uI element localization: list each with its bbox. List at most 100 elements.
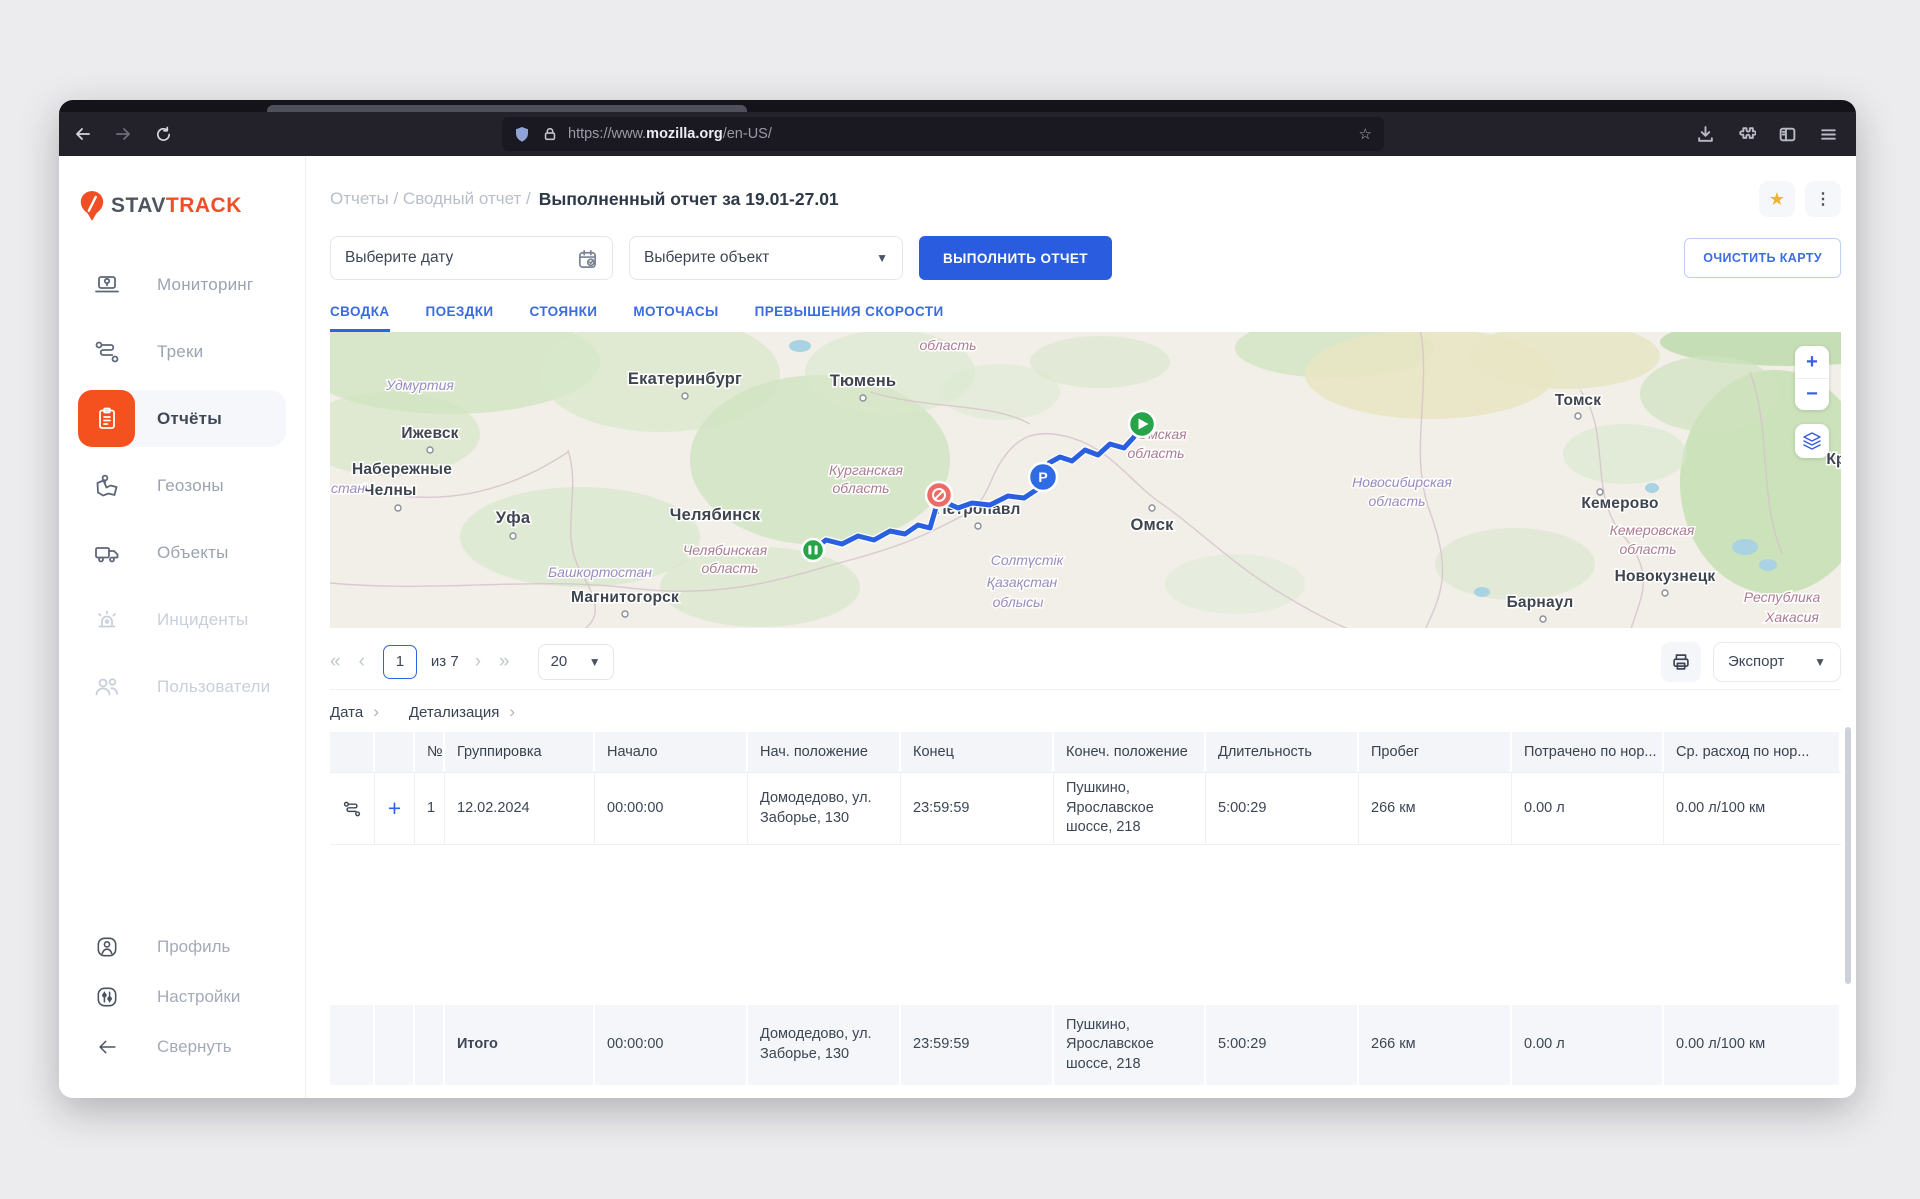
export-button[interactable]: Экспорт ▼ xyxy=(1713,642,1841,682)
tab-engine-hours[interactable]: МОТОЧАСЫ xyxy=(633,304,718,332)
sidebar-item-profile[interactable]: Профиль xyxy=(78,922,286,972)
svg-text:P: P xyxy=(1038,469,1047,485)
map-layers-button[interactable] xyxy=(1795,424,1829,458)
first-page-button[interactable]: « xyxy=(330,651,341,673)
zoom-in-button[interactable]: + xyxy=(1795,346,1829,378)
last-page-button[interactable]: » xyxy=(499,651,510,673)
expand-row-button[interactable]: + xyxy=(388,793,401,824)
header-cell: Конеч. положение xyxy=(1054,732,1206,772)
menu-hamburger-icon[interactable] xyxy=(1819,125,1838,144)
logo-pin-icon xyxy=(79,190,105,222)
map-label: Екатеринбург xyxy=(628,370,742,388)
print-button[interactable] xyxy=(1661,642,1701,682)
back-button[interactable] xyxy=(67,118,99,150)
download-icon[interactable] xyxy=(1696,125,1715,144)
map-label: область xyxy=(919,337,976,353)
users-icon xyxy=(92,672,122,702)
browser-navbar: https://www.mozilla.org/en-US/ ☆ xyxy=(59,112,1856,156)
url-bar[interactable]: https://www.mozilla.org/en-US/ ☆ xyxy=(502,117,1384,151)
map-marker-parking[interactable]: P xyxy=(1029,463,1057,491)
map-label: Башкортостан xyxy=(548,564,652,580)
page-title: Выполненный отчет за 19.01-27.01 xyxy=(539,189,839,210)
forward-icon xyxy=(114,125,132,143)
sidebar-item-tracks[interactable]: Треки xyxy=(78,323,286,380)
clear-map-button[interactable]: ОЧИСТИТЬ КАРТУ xyxy=(1684,238,1841,278)
map-marker-play[interactable] xyxy=(1129,411,1155,437)
page-size-select[interactable]: 20 ▼ xyxy=(538,644,614,680)
sidebar-item-users[interactable]: Пользователи xyxy=(78,658,286,715)
url-text: https://www.mozilla.org/en-US/ xyxy=(568,126,772,142)
map-label: Қазақстан xyxy=(987,574,1058,590)
cell-start: 00:00:00 xyxy=(595,773,748,845)
total-label: Итого xyxy=(457,1035,498,1055)
chevron-down-icon: ▼ xyxy=(1814,655,1826,669)
sidebar-collapse[interactable]: Свернуть xyxy=(78,1022,286,1072)
main-content: Отчеты / Сводный отчет / Выполненный отч… xyxy=(306,156,1856,1098)
reload-icon xyxy=(155,126,172,143)
cell-spent: 0.00 л xyxy=(1512,773,1664,845)
calendar-icon xyxy=(577,248,598,269)
header-cell: Ср. расход по нор... xyxy=(1664,732,1841,772)
more-options-button[interactable]: ⋮ xyxy=(1805,181,1841,217)
map-marker-pause[interactable] xyxy=(802,539,824,561)
forward-button[interactable] xyxy=(107,118,139,150)
map-label: Кр xyxy=(1826,451,1841,468)
run-report-button[interactable]: ВЫПОЛНИТЬ ОТЧЕТ xyxy=(919,236,1112,280)
favorite-button[interactable]: ★ xyxy=(1759,181,1795,217)
vertical-scrollbar[interactable] xyxy=(1845,727,1851,984)
tab-trips[interactable]: ПОЕЗДКИ xyxy=(426,304,494,332)
header-cell: Начало xyxy=(595,732,748,772)
page-count-label: из 7 xyxy=(431,653,459,670)
sidebar-item-geozones[interactable]: Геозоны xyxy=(78,457,286,514)
map-city-dot xyxy=(427,447,433,453)
sidebar-item-monitoring[interactable]: Мониторинг xyxy=(78,256,286,313)
tab-summary[interactable]: СВОДКА xyxy=(330,304,390,332)
tab-speeding[interactable]: ПРЕВЫШЕНИЯ СКОРОСТИ xyxy=(755,304,944,332)
reload-button[interactable] xyxy=(147,118,179,150)
extensions-icon[interactable] xyxy=(1737,125,1756,144)
app-root: STAVTRACK Мониторинг Треки Отчёты Геоз xyxy=(59,156,1856,1098)
object-select[interactable]: Выберите объект ▼ xyxy=(629,236,903,280)
cell-end-loc: Пушкино, Ярославское шоссе, 218 xyxy=(1054,773,1206,845)
total-avg: 0.00 л/100 км xyxy=(1664,1005,1841,1085)
map-city-dot xyxy=(682,393,688,399)
chip-detail[interactable]: Детализация › xyxy=(409,702,515,722)
current-page-box[interactable]: 1 xyxy=(383,645,417,679)
sidebar-item-settings[interactable]: Настройки xyxy=(78,972,286,1022)
breadcrumb[interactable]: Отчеты / Сводный отчет / xyxy=(330,189,531,209)
sidebar-item-objects[interactable]: Объекты xyxy=(78,524,286,581)
table-total-row: Итого 00:00:00 Домодедово, ул. Заборье, … xyxy=(330,1005,1841,1085)
bookmark-star-icon[interactable]: ☆ xyxy=(1359,125,1372,143)
sidebar-item-reports[interactable]: Отчёты xyxy=(78,390,286,447)
sidebar-toggle-icon[interactable] xyxy=(1778,125,1797,144)
map-city-dot xyxy=(510,533,516,539)
chevron-down-icon: ▼ xyxy=(876,251,888,265)
total-end-loc: Пушкино, Ярославское шоссе, 218 xyxy=(1054,1005,1206,1085)
chevron-right-icon: › xyxy=(509,702,515,722)
next-page-button[interactable]: › xyxy=(475,651,481,673)
table-row[interactable]: + 1 12.02.2024 00:00:00 Домодедово, ул. … xyxy=(330,772,1841,845)
date-input[interactable] xyxy=(345,249,545,267)
tracks-icon xyxy=(92,337,122,367)
sidebar: STAVTRACK Мониторинг Треки Отчёты Геоз xyxy=(59,156,306,1098)
map[interactable]: ЕкатеринбургТюменьИжевскНабережныеЧелныУ… xyxy=(330,332,1841,628)
shield-icon xyxy=(514,126,530,143)
tab-stops[interactable]: СТОЯНКИ xyxy=(530,304,598,332)
lock-icon xyxy=(542,126,558,142)
header-cell: Длительность xyxy=(1206,732,1359,772)
map-label: область xyxy=(701,560,758,576)
logo[interactable]: STAVTRACK xyxy=(79,190,305,222)
sidebar-item-incidents[interactable]: Инциденты xyxy=(78,591,286,648)
chip-date[interactable]: Дата › xyxy=(330,702,379,722)
map-marker-finish[interactable] xyxy=(926,482,952,508)
geozones-icon xyxy=(92,471,122,501)
cell-duration: 5:00:29 xyxy=(1206,773,1359,845)
header-row: Отчеты / Сводный отчет / Выполненный отч… xyxy=(330,182,1841,216)
date-picker[interactable] xyxy=(330,236,613,280)
sidebar-menu: Мониторинг Треки Отчёты Геозоны Объекты xyxy=(78,256,305,725)
header-cell: Пробег xyxy=(1359,732,1512,772)
map-city-dot xyxy=(1540,616,1546,622)
report-tabs: СВОДКА ПОЕЗДКИ СТОЯНКИ МОТОЧАСЫ ПРЕВЫШЕН… xyxy=(330,304,1841,332)
zoom-out-button[interactable]: − xyxy=(1795,378,1829,410)
prev-page-button[interactable]: ‹ xyxy=(359,651,365,673)
